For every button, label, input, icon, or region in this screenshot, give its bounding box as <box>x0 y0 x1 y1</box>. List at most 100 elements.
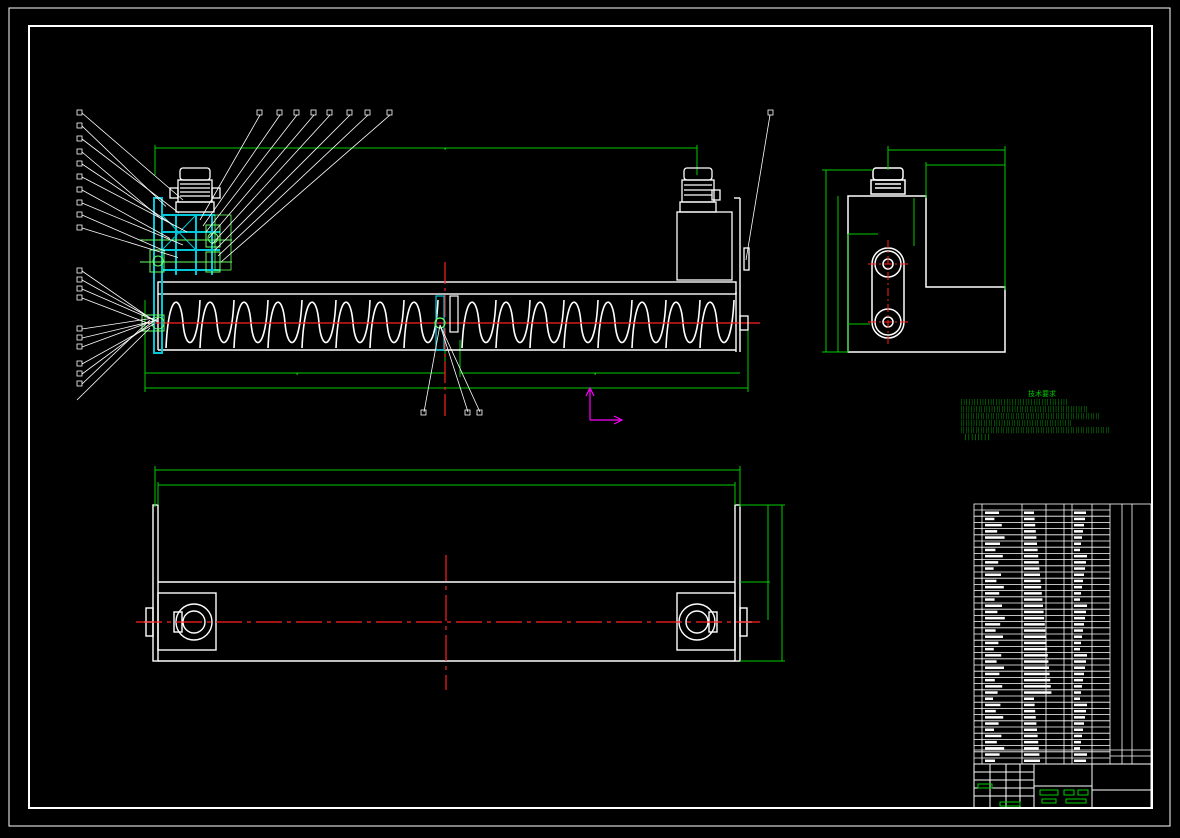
bom-cell-fill <box>1024 517 1035 521</box>
part-balloon <box>76 343 83 350</box>
bom-cell-fill <box>1024 685 1051 688</box>
leader-line <box>205 114 298 233</box>
bom-cell-fill <box>1024 616 1045 620</box>
bom-cell-fill <box>1024 728 1037 731</box>
bom-cell-fill <box>1024 734 1038 738</box>
bom-cell-fill <box>1024 666 1049 669</box>
screw-flight-right <box>461 299 735 349</box>
bom-cell-fill <box>1024 759 1040 762</box>
bom-cell-fill <box>1074 610 1086 614</box>
bom-cell-fill <box>985 716 1004 719</box>
bom-cell-fill <box>1074 567 1085 570</box>
bom-cell-fill <box>1074 747 1080 750</box>
part-balloon <box>76 199 83 206</box>
bom-cell-fill <box>1074 604 1087 607</box>
bom-cell-fill <box>1024 635 1046 638</box>
bom-cell-fill <box>1074 672 1084 676</box>
bom-cell-fill <box>985 685 1003 688</box>
bom-cell-fill <box>1074 548 1080 552</box>
bom-cell-fill <box>1024 604 1043 607</box>
bom-cell-fill <box>985 759 995 762</box>
bom-cell-fill <box>1074 716 1085 719</box>
part-balloon <box>767 109 774 116</box>
bom-cell-fill <box>1074 728 1083 731</box>
bom-cell-fill <box>1074 623 1084 626</box>
bom-cell-fill <box>1074 530 1083 533</box>
part-balloon <box>256 109 263 116</box>
svg-text:▪: ▪ <box>594 371 596 376</box>
bom-cell-fill <box>1074 647 1080 651</box>
bom-cell-fill <box>1074 523 1084 527</box>
part-balloon <box>76 325 83 332</box>
bom-cell-fill <box>1024 561 1039 564</box>
bom-cell-fill <box>1024 610 1044 614</box>
leader-line <box>81 125 167 207</box>
part-balloon <box>76 135 83 142</box>
bom-cell-fill <box>1024 585 1042 589</box>
bom-cell-fill <box>985 753 1000 756</box>
leader-line <box>220 114 391 263</box>
title-block <box>973 763 1152 809</box>
part-balloon <box>76 370 83 377</box>
part-balloon <box>76 380 83 387</box>
bom-cell-fill <box>985 647 994 651</box>
bom-cell-fill <box>1024 629 1046 632</box>
bom-cell-fill <box>985 635 1003 638</box>
bom-cell-fill <box>1074 635 1082 638</box>
part-balloon <box>293 109 300 116</box>
part-balloon <box>420 409 427 416</box>
bom-cell-fill <box>985 536 1005 539</box>
bom-cell-fill <box>985 709 996 713</box>
bom-cell-fill <box>1024 548 1038 552</box>
bom-cell-fill <box>985 703 1001 707</box>
screw-flight-left <box>165 299 439 349</box>
bom-cell-fill <box>1074 753 1087 756</box>
bom-cell-fill <box>1074 616 1085 620</box>
part-balloon <box>76 294 83 301</box>
leader-line <box>202 114 281 227</box>
bom-cell-fill <box>1074 697 1080 700</box>
part-balloon <box>76 334 83 341</box>
bom-cell-fill <box>1024 523 1036 527</box>
bom-cell-fill <box>985 678 995 682</box>
bom-cell-fill <box>1074 542 1081 545</box>
bom-cell-fill <box>1074 759 1086 762</box>
notes-line-6: |||||||| <box>964 434 990 441</box>
leader-line <box>439 324 481 413</box>
part-balloon <box>76 122 83 129</box>
bom-cell-fill <box>985 623 1001 626</box>
part-balloon <box>76 276 83 283</box>
bom-cell-fill <box>1024 716 1036 719</box>
bom-cell-fill <box>985 579 997 583</box>
bom-cell-fill <box>1024 654 1048 657</box>
screw-trough <box>157 197 741 352</box>
bom-cell-fill <box>985 517 995 521</box>
bom-cell-fill <box>1024 722 1037 725</box>
part-balloon <box>76 267 83 274</box>
leader-line <box>81 279 155 321</box>
notes-line-4: ||||||||||||||||||||||||||||||||||||||||… <box>960 420 1072 427</box>
bom-cell-fill <box>1024 511 1034 514</box>
screw-flight-curve <box>461 299 735 349</box>
bom-cell-fill <box>1074 734 1082 738</box>
bom-cell-fill <box>985 548 996 552</box>
part-balloon <box>76 160 83 167</box>
part-balloon <box>76 109 83 116</box>
side-view <box>822 146 1006 353</box>
bom-cell-fill <box>985 734 1002 738</box>
bom-cell-fill <box>985 666 1004 669</box>
bom-cell-fill <box>985 697 993 700</box>
bom-cell-fill <box>1024 660 1049 663</box>
leader-line <box>76 327 151 401</box>
bom-cell-fill <box>1024 554 1039 558</box>
bom-cell-fill <box>985 672 1000 676</box>
bom-cell-fill <box>985 585 1004 589</box>
technical-notes: 技术要求 |||||||||||||||||||||||||||||||||||… <box>960 389 1110 441</box>
bom-cell-fill <box>1024 542 1037 545</box>
ucs-axis-icon <box>585 386 624 425</box>
bom-cell-fill <box>1074 561 1086 564</box>
screw-flight-curve <box>165 299 439 349</box>
front-dimensions <box>144 145 749 392</box>
part-balloon <box>386 109 393 116</box>
leader-line <box>81 176 188 233</box>
